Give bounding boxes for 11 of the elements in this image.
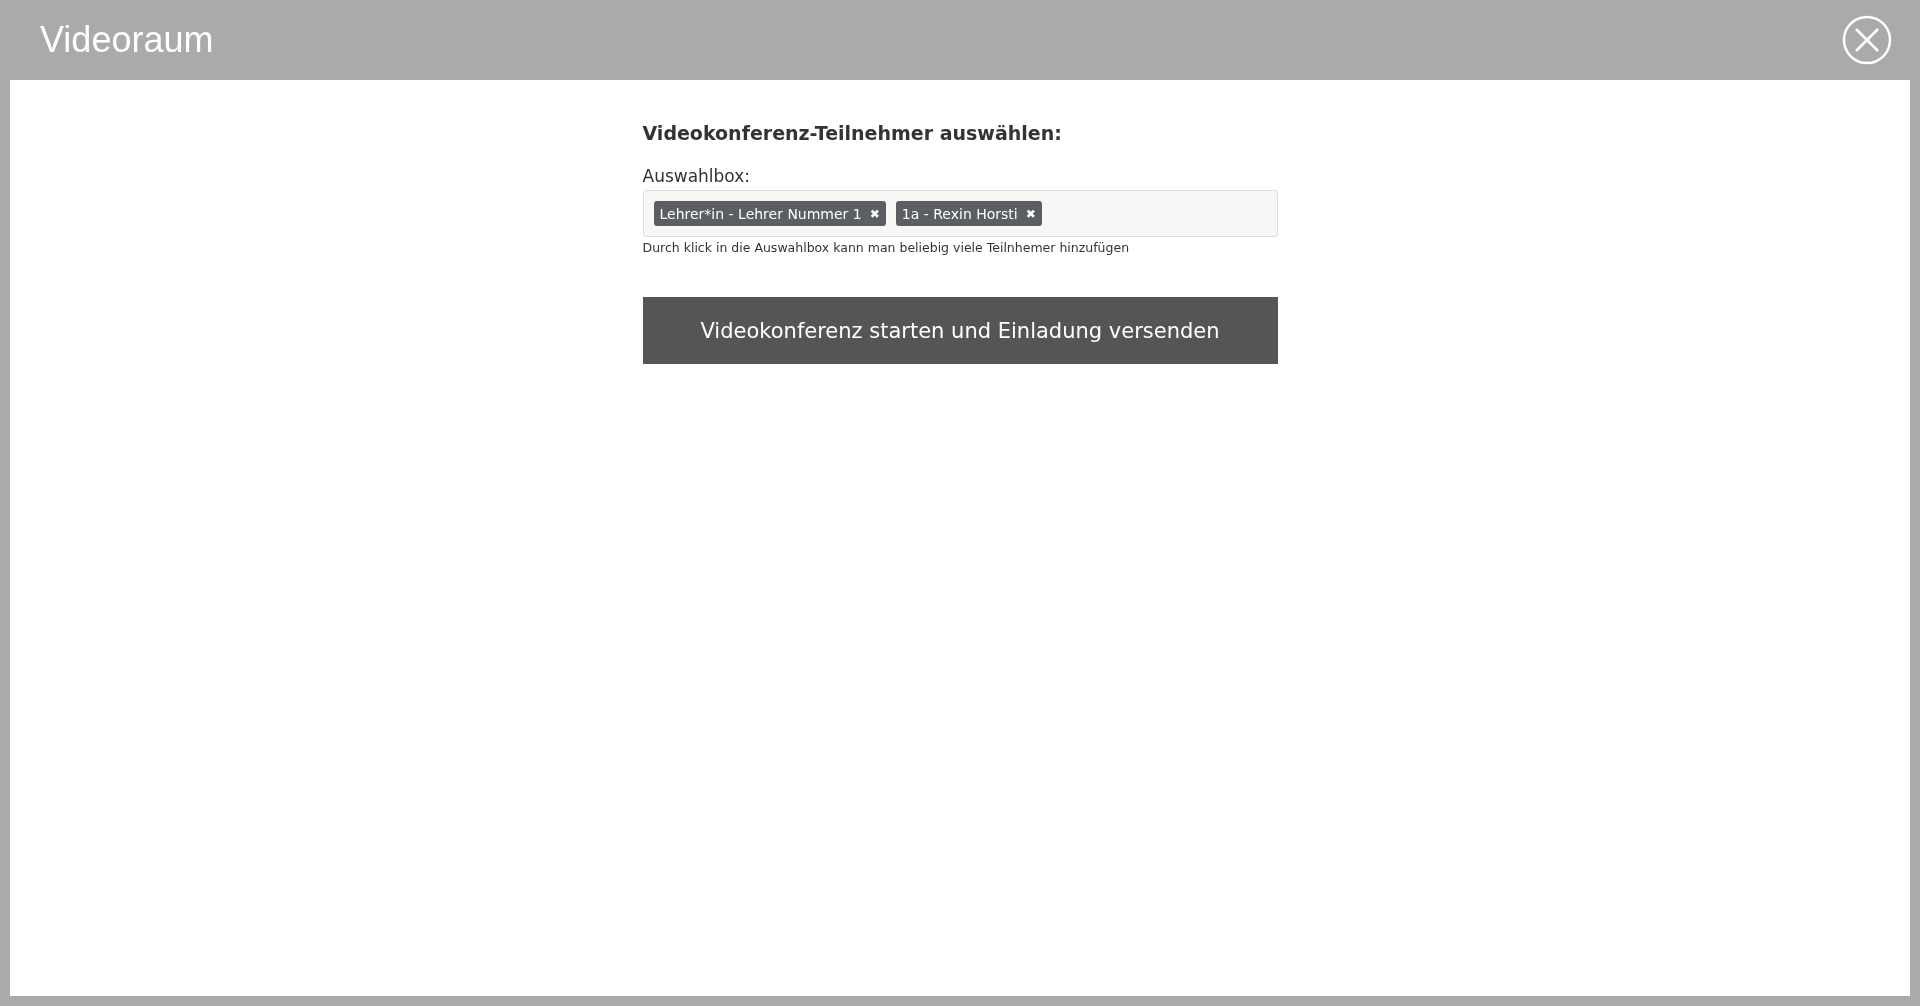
participant-select-field[interactable]: Lehrer*in - Lehrer Nummer 1 ✖ 1a - Rexin Horsti ✖	[642, 190, 1278, 237]
chip-remove-button[interactable]: ✖	[869, 206, 880, 221]
close-icon[interactable]	[1842, 15, 1892, 65]
help-text: Durch klick in die Auswahlbox kann man beliebig viele Teilnhemer hinzufügen	[642, 240, 1130, 255]
field-label: Auswahlbox:	[642, 166, 751, 186]
chip-label: 1a - Rexin Horsti	[901, 205, 1018, 222]
form-heading: Videokonferenz-Teilnehmer auswählen:	[642, 122, 1062, 144]
start-conference-button[interactable]: Videokonferenz starten und Einladung versenden	[642, 297, 1278, 364]
window-title: Videoraum	[40, 19, 214, 61]
chip-label: Lehrer*in - Lehrer Nummer 1	[659, 205, 862, 222]
chip-remove-button[interactable]: ✖	[1025, 206, 1036, 221]
